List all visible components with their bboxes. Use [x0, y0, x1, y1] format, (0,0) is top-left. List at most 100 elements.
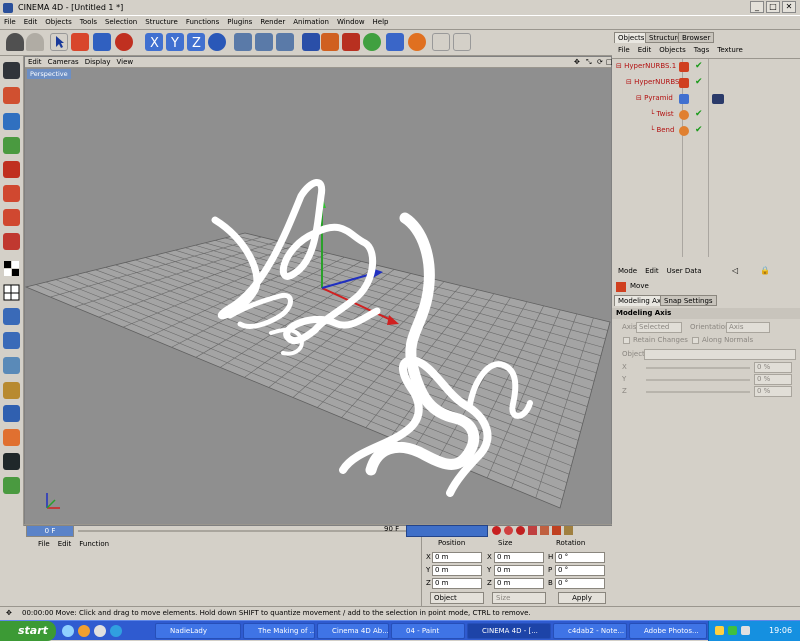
viewport-menu-edit[interactable]: Edit: [25, 57, 45, 66]
enabled-check-icon[interactable]: ✔: [695, 109, 703, 119]
retain-changes-checkbox[interactable]: [623, 337, 630, 344]
objects-menu-tags[interactable]: Tags: [690, 45, 714, 54]
object-axis-icon[interactable]: [3, 137, 20, 154]
y-value-field[interactable]: 0 %: [754, 374, 792, 385]
tab-snap-settings[interactable]: Snap Settings: [660, 295, 717, 306]
enabled-check-icon[interactable]: ✔: [695, 61, 703, 71]
menu-tools[interactable]: Tools: [76, 16, 101, 26]
taskbar-item-notepad[interactable]: c4dab2 - Note...: [553, 623, 627, 639]
taskbar-item-cinema-4d[interactable]: CINEMA 4D - [...: [467, 623, 551, 639]
redo-icon[interactable]: [26, 33, 44, 51]
coordinate-system-icon[interactable]: [208, 33, 226, 51]
attr-menu-user-data[interactable]: User Data: [663, 266, 706, 275]
tab-browser[interactable]: Browser: [678, 32, 715, 43]
z-axis-lock-icon[interactable]: Z: [187, 33, 205, 51]
attr-menu-mode[interactable]: Mode: [614, 266, 641, 275]
quick-launch-icon[interactable]: [62, 625, 74, 637]
taskbar-item-paint[interactable]: 04 - Paint: [391, 623, 465, 639]
rot-b-field[interactable]: 0 °: [555, 578, 605, 589]
scale-tool-icon[interactable]: [93, 33, 111, 51]
animation-mode-icon[interactable]: [3, 382, 20, 399]
help-pointer-icon[interactable]: [432, 33, 450, 51]
objects-menu-objects[interactable]: Objects: [655, 45, 689, 54]
menu-selection[interactable]: Selection: [101, 16, 141, 26]
x-value-field[interactable]: 0 %: [754, 362, 792, 373]
scale-view-icon[interactable]: ⤡: [583, 57, 595, 67]
render-picture-viewer-icon[interactable]: [276, 33, 294, 51]
3d-scene[interactable]: [24, 68, 611, 525]
close-button[interactable]: ✕: [782, 1, 796, 13]
menu-edit[interactable]: Edit: [20, 16, 42, 26]
lock-icon[interactable]: 🔒: [760, 266, 770, 275]
material-menu-file[interactable]: File: [34, 539, 54, 548]
size-x-field[interactable]: 0 m: [494, 552, 544, 563]
sculpt-icon[interactable]: [3, 357, 20, 374]
autokey-icon[interactable]: [504, 526, 513, 535]
help-icon[interactable]: [453, 33, 471, 51]
menu-help[interactable]: Help: [369, 16, 393, 26]
object-hypernurbs-1[interactable]: ⊟ HyperNURBS.1: [616, 62, 676, 76]
object-pyramid[interactable]: ⊟ Pyramid: [636, 94, 673, 108]
coordinate-mode-select[interactable]: Object: [430, 592, 484, 604]
array-icon[interactable]: [363, 33, 381, 51]
object-bend[interactable]: └ Bend: [650, 126, 674, 140]
menu-objects[interactable]: Objects: [41, 16, 75, 26]
keyframe-selection-icon[interactable]: [516, 526, 525, 535]
viewport-menu-view[interactable]: View: [114, 57, 137, 66]
perspective-viewport[interactable]: Edit Cameras Display View ✥ ⤡ ⟳ □ Perspe…: [24, 56, 613, 526]
quick-launch-icon[interactable]: [78, 625, 90, 637]
axis-select[interactable]: Selected: [636, 322, 682, 333]
move-view-icon[interactable]: ✥: [571, 57, 583, 66]
objects-menu-edit[interactable]: Edit: [634, 45, 656, 54]
quick-launch-icon[interactable]: [94, 625, 106, 637]
z-slider[interactable]: [646, 391, 750, 393]
tray-icon[interactable]: [715, 626, 724, 635]
size-mode-select[interactable]: Size: [492, 592, 546, 604]
y-slider[interactable]: [646, 379, 750, 381]
spline-pen-icon[interactable]: [321, 33, 339, 51]
orientation-select[interactable]: Axis: [726, 322, 770, 333]
menu-functions[interactable]: Functions: [182, 16, 223, 26]
deformer-icon[interactable]: [386, 33, 404, 51]
start-button[interactable]: start: [0, 621, 56, 641]
cube-primitive-icon[interactable]: [302, 33, 320, 51]
workplane-icon[interactable]: [3, 477, 20, 494]
minimize-button[interactable]: _: [750, 1, 764, 13]
tweak-mode-icon[interactable]: [3, 308, 20, 325]
layout-switch-icon[interactable]: [3, 62, 20, 79]
pos-x-field[interactable]: 0 m: [432, 552, 482, 563]
z-value-field[interactable]: 0 %: [754, 386, 792, 397]
texture-tag-icon[interactable]: [712, 94, 724, 104]
x-slider[interactable]: [646, 367, 750, 369]
inverse-kinematics-icon[interactable]: [3, 405, 20, 422]
x-axis-lock-icon[interactable]: X: [145, 33, 163, 51]
tab-objects[interactable]: Objects: [614, 32, 649, 43]
record-icon[interactable]: [492, 526, 501, 535]
timeline-track[interactable]: [78, 530, 418, 532]
menu-structure[interactable]: Structure: [141, 16, 182, 26]
taskbar-item-cinema-4d-ab[interactable]: Cinema 4D Ab...: [317, 623, 389, 639]
maximize-button[interactable]: □: [766, 1, 780, 13]
enabled-check-icon[interactable]: ✔: [695, 125, 703, 135]
taskbar-item-nadielady[interactable]: NadieLady: [155, 623, 241, 639]
nurbs-icon[interactable]: [342, 33, 360, 51]
select-arrow-icon[interactable]: [50, 33, 68, 51]
texture-mode-icon[interactable]: [3, 161, 20, 178]
parameter-key-icon[interactable]: [564, 526, 573, 535]
pos-z-field[interactable]: 0 m: [432, 578, 482, 589]
tray-icon[interactable]: [741, 626, 750, 635]
render-region-icon[interactable]: [255, 33, 273, 51]
along-normals-checkbox[interactable]: [692, 337, 699, 344]
scene-light-icon[interactable]: [408, 33, 426, 51]
menu-window[interactable]: Window: [333, 16, 369, 26]
objects-menu-file[interactable]: File: [614, 45, 634, 54]
rot-p-field[interactable]: 0 °: [555, 565, 605, 576]
object-link-field[interactable]: [644, 349, 796, 360]
uv-edit-icon[interactable]: [3, 284, 20, 301]
rot-h-field[interactable]: 0 °: [555, 552, 605, 563]
quick-launch-icon[interactable]: [110, 625, 122, 637]
enabled-check-icon[interactable]: ✔: [695, 77, 703, 87]
attr-menu-edit[interactable]: Edit: [641, 266, 663, 275]
size-y-field[interactable]: 0 m: [494, 565, 544, 576]
tray-icon[interactable]: [728, 626, 737, 635]
